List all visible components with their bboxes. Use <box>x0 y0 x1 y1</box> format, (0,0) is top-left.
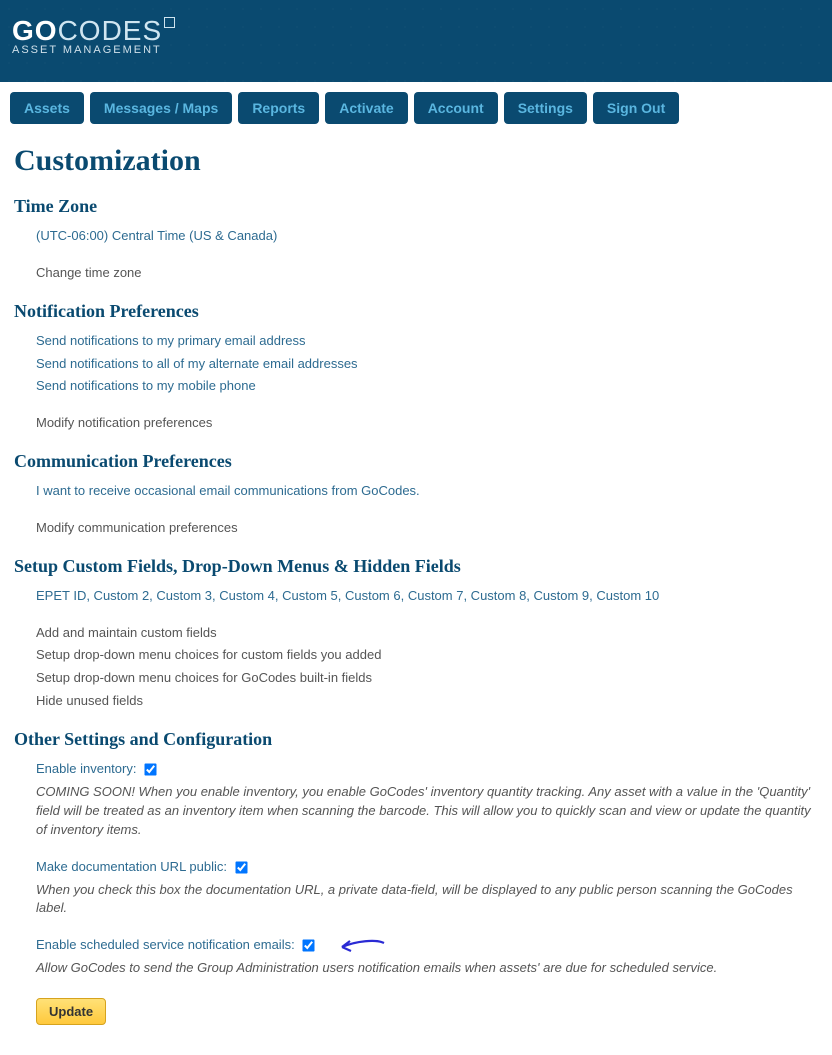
service-emails-checkbox[interactable] <box>303 940 315 952</box>
annotation-arrow-icon <box>336 933 386 957</box>
app-header: GOCODES ASSET MANAGEMENT <box>0 0 832 82</box>
logo-secondary: CODES <box>58 15 163 47</box>
doc-url-label: Make documentation URL public: <box>36 859 227 874</box>
nav-settings[interactable]: Settings <box>504 92 587 124</box>
service-emails-label: Enable scheduled service notification em… <box>36 937 295 952</box>
custom-fields-list: EPET ID, Custom 2, Custom 3, Custom 4, C… <box>36 587 818 606</box>
notif-item-alternate: Send notifications to all of my alternat… <box>36 355 818 374</box>
custom-fields-link-hide[interactable]: Hide unused fields <box>36 692 818 711</box>
notif-item-mobile: Send notifications to my mobile phone <box>36 377 818 396</box>
custom-fields-link-add[interactable]: Add and maintain custom fields <box>36 624 818 643</box>
enable-inventory-checkbox[interactable] <box>144 763 156 775</box>
nav-reports[interactable]: Reports <box>238 92 319 124</box>
doc-url-desc: When you check this box the documentatio… <box>36 881 818 919</box>
setting-service-emails: Enable scheduled service notification em… <box>36 936 818 955</box>
page-title: Customization <box>14 144 818 178</box>
enable-inventory-desc: COMING SOON! When you enable inventory, … <box>36 783 818 840</box>
logo: GOCODES <box>12 15 820 47</box>
main-nav: Assets Messages / Maps Reports Activate … <box>0 82 832 130</box>
change-timezone-link[interactable]: Change time zone <box>36 264 818 283</box>
custom-fields-link-dropdown-custom[interactable]: Setup drop-down menu choices for custom … <box>36 646 818 665</box>
nav-account[interactable]: Account <box>414 92 498 124</box>
update-button[interactable]: Update <box>36 998 106 1025</box>
custom-fields-link-dropdown-builtin[interactable]: Setup drop-down menu choices for GoCodes… <box>36 669 818 688</box>
setting-doc-url: Make documentation URL public: <box>36 858 818 877</box>
nav-assets[interactable]: Assets <box>10 92 84 124</box>
section-communication: Communication Preferences <box>14 451 818 472</box>
nav-messages-maps[interactable]: Messages / Maps <box>90 92 232 124</box>
logo-subtitle: ASSET MANAGEMENT <box>12 44 820 56</box>
enable-inventory-label: Enable inventory: <box>36 761 136 776</box>
doc-url-checkbox[interactable] <box>235 861 247 873</box>
qr-icon <box>164 17 175 28</box>
service-emails-desc: Allow GoCodes to send the Group Administ… <box>36 959 818 978</box>
section-custom-fields: Setup Custom Fields, Drop-Down Menus & H… <box>14 556 818 577</box>
setting-enable-inventory: Enable inventory: <box>36 760 818 779</box>
communication-item: I want to receive occasional email commu… <box>36 482 818 501</box>
modify-notifications-link[interactable]: Modify notification preferences <box>36 414 818 433</box>
nav-activate[interactable]: Activate <box>325 92 407 124</box>
section-other: Other Settings and Configuration <box>14 729 818 750</box>
timezone-value: (UTC-06:00) Central Time (US & Canada) <box>36 227 818 246</box>
notif-item-primary: Send notifications to my primary email a… <box>36 332 818 351</box>
section-notifications: Notification Preferences <box>14 301 818 322</box>
modify-communication-link[interactable]: Modify communication preferences <box>36 519 818 538</box>
section-timezone: Time Zone <box>14 196 818 217</box>
nav-sign-out[interactable]: Sign Out <box>593 92 679 124</box>
page-content: Customization Time Zone (UTC-06:00) Cent… <box>0 130 832 1055</box>
logo-primary: GO <box>12 15 58 47</box>
